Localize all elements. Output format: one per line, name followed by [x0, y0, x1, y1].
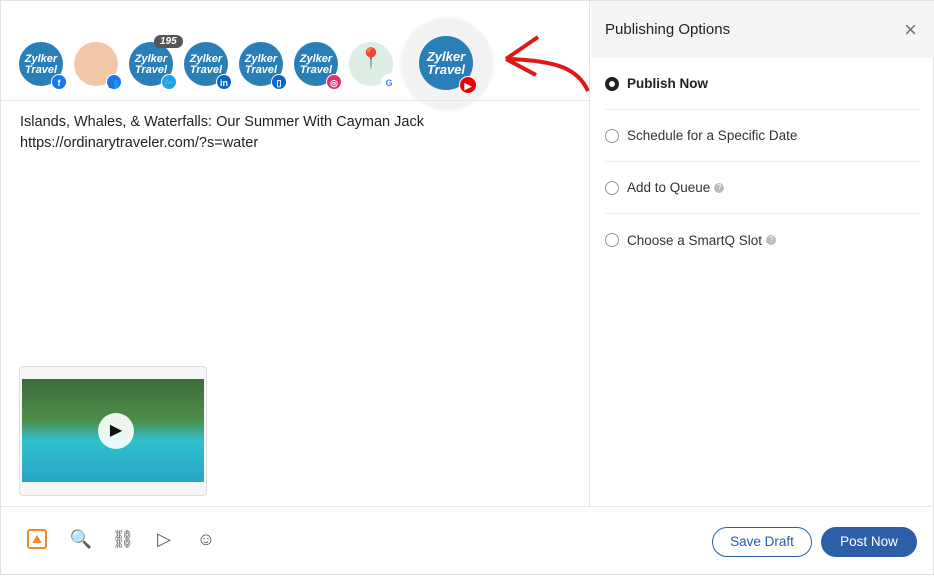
video-attachment[interactable]: ▶: [19, 366, 207, 496]
account-youtube[interactable]: Zylker Travel ▶: [419, 36, 477, 94]
option-publish-now[interactable]: Publish Now: [605, 58, 921, 110]
radio-schedule[interactable]: [605, 128, 619, 143]
bottom-toolbar: ⛰ 🔍 ⛓ ▷ ☺ Save Draft Post Now: [1, 506, 934, 576]
twitter-icon: 🐦: [161, 74, 177, 90]
account-youtube-selected[interactable]: Zylker Travel ▶: [402, 19, 492, 109]
linkedin-icon: in: [216, 74, 232, 90]
account-facebook-group[interactable]: 👥: [74, 42, 122, 90]
notification-count: 195: [154, 35, 183, 48]
account-twitter[interactable]: Zylker Travel 🐦: [129, 42, 177, 90]
close-icon[interactable]: ×: [904, 17, 917, 43]
image-icon[interactable]: ⛰: [27, 529, 47, 549]
post-title: Islands, Whales, & Waterfalls: Our Summe…: [20, 114, 424, 130]
option-schedule[interactable]: Schedule for a Specific Date: [605, 110, 921, 162]
emoji-icon[interactable]: ☺: [194, 527, 218, 551]
help-icon[interactable]: ?: [766, 235, 777, 245]
account-instagram[interactable]: Zylker Travel ◎: [294, 42, 342, 90]
radio-publish-now[interactable]: [605, 76, 619, 91]
post-link: https://ordinarytraveler.com/?s=water: [20, 135, 259, 151]
location-pin-icon: 📍: [358, 48, 384, 70]
unlink-icon[interactable]: ⛓: [111, 527, 135, 551]
account-facebook[interactable]: Zylker Travel f: [19, 42, 67, 90]
account-linkedin[interactable]: Zylker Travel in: [184, 42, 232, 90]
play-icon[interactable]: ▶: [98, 413, 134, 449]
group-icon: 👥: [106, 74, 122, 90]
help-icon[interactable]: ?: [714, 182, 725, 193]
google-icon: G: [381, 74, 397, 90]
post-now-button[interactable]: Post Now: [821, 527, 917, 557]
video-settings-icon[interactable]: ▷: [152, 527, 176, 551]
radio-smartq[interactable]: [605, 233, 619, 247]
red-arrow-annotation: [504, 35, 590, 92]
facebook-icon: f: [51, 74, 67, 90]
divider: [1, 100, 590, 101]
panel-title: Publishing Options: [605, 21, 731, 38]
account-google-business[interactable]: 📍 G: [349, 42, 397, 90]
save-draft-button[interactable]: Save Draft: [712, 527, 812, 557]
radio-add-to-queue[interactable]: [605, 180, 619, 195]
video-thumbnail: ▶: [22, 379, 204, 482]
linkedin-page-icon: ▯: [271, 74, 287, 90]
option-add-to-queue[interactable]: Add to Queue?: [605, 162, 921, 214]
composer: Zylker Travel f 👥 Zylker Travel 🐦 195 Zylk…: [1, 1, 590, 506]
account-linkedin-page[interactable]: Zylker Travel ▯: [239, 42, 287, 90]
publishing-options-panel: Publishing Options × Publish Now Schedule…: [591, 1, 934, 506]
link-search-icon[interactable]: 🔍: [69, 527, 93, 551]
instagram-icon: ◎: [326, 74, 342, 90]
post-text[interactable]: Islands, Whales, & Waterfalls: Our Summe…: [20, 112, 424, 154]
option-smartq-slot[interactable]: Choose a SmartQ Slot?: [605, 214, 921, 266]
youtube-icon: ▶: [459, 76, 477, 94]
